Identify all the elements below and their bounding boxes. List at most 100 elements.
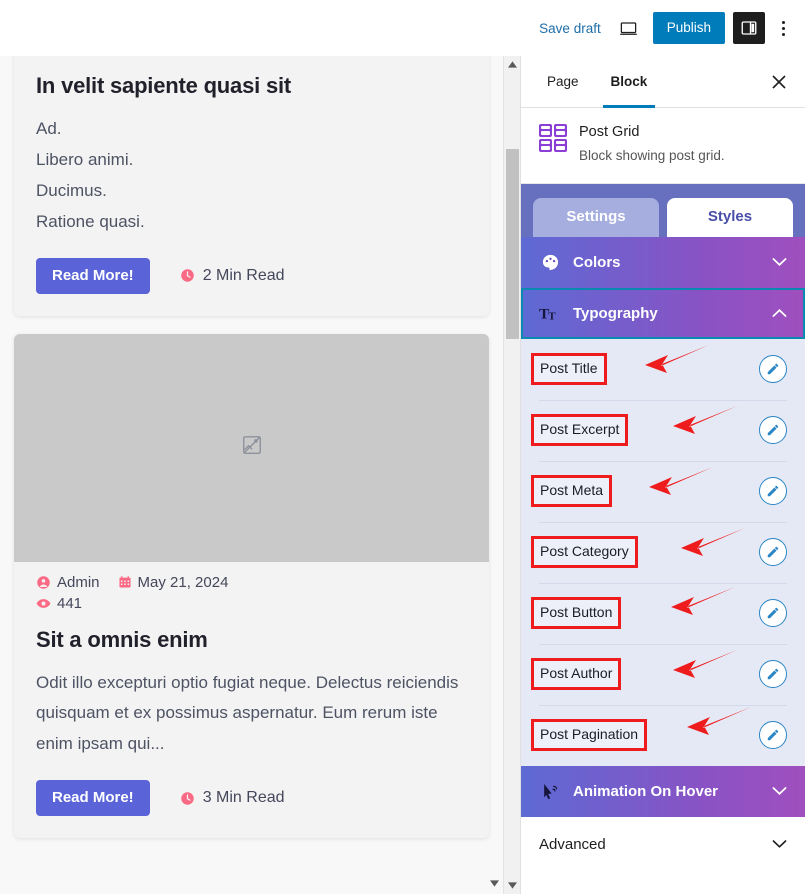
annotation-arrow	[687, 706, 751, 735]
typography-row-post-pagination[interactable]: Post Pagination	[521, 704, 805, 766]
pencil-icon[interactable]	[759, 599, 787, 628]
annotation-arrow	[673, 649, 737, 678]
post-views-count: 362	[57, 56, 82, 58]
post-author: Admin	[36, 574, 100, 591]
scroll-up-arrow-icon[interactable]	[504, 56, 521, 73]
post-grid-block[interactable]: Admin	[0, 56, 503, 856]
typography-row-post-author[interactable]: Post Author	[521, 643, 805, 705]
post-read-time-label: 2 Min Read	[202, 266, 285, 284]
calendar-icon	[118, 575, 132, 589]
post-excerpt-line: Odit illo excepturi optio fugiat neque. …	[36, 672, 459, 754]
accordion-colors-label: Colors	[573, 253, 621, 271]
annotation-arrow	[671, 586, 735, 615]
editor-canvas: Admin	[0, 56, 503, 894]
accordion-animation-on-hover[interactable]: Animation On Hover	[521, 765, 805, 817]
post-date: May 21, 2024	[118, 573, 229, 591]
tab-styles[interactable]: Styles	[667, 197, 793, 237]
post-card[interactable]: Admin	[14, 333, 489, 839]
post-views: 362	[36, 56, 467, 58]
eye-icon	[36, 56, 51, 57]
cursor-hover-icon	[539, 782, 561, 801]
save-draft-button[interactable]: Save draft	[529, 15, 611, 42]
post-date-label: May 21, 2024	[137, 573, 229, 591]
close-icon[interactable]	[763, 66, 795, 98]
pencil-icon[interactable]	[759, 721, 787, 750]
scroll-down-arrow-icon[interactable]	[504, 877, 521, 894]
settings-sidebar-toggle-button[interactable]	[733, 12, 765, 44]
typography-label: Post Category	[531, 536, 638, 568]
typography-label: Post Title	[531, 353, 607, 385]
post-excerpt-line: Libero animi.	[36, 149, 134, 169]
inspector-tabs: Page Block	[521, 56, 805, 108]
post-thumbnail	[14, 333, 489, 562]
typography-icon: T T	[539, 304, 561, 323]
typography-label: Post Author	[531, 658, 622, 690]
annotation-arrow	[649, 466, 713, 495]
chevron-down-icon	[772, 783, 787, 800]
post-read-time-label: 3 Min Read	[202, 789, 285, 807]
eye-icon	[36, 596, 51, 611]
chevron-up-icon	[772, 305, 787, 322]
typography-row-post-title[interactable]: Post Title	[521, 339, 805, 400]
canvas-vertical-scrollbar[interactable]	[503, 56, 520, 894]
chevron-down-icon	[772, 836, 787, 853]
post-views-count: 441	[57, 594, 83, 612]
block-description: Block showing post grid.	[579, 147, 725, 163]
read-more-button[interactable]: Read More!	[36, 780, 150, 817]
desktop-preview-icon[interactable]	[611, 10, 647, 46]
typography-label: Post Button	[531, 597, 622, 629]
block-name: Post Grid	[579, 124, 640, 140]
accordion-colors[interactable]: Colors	[521, 236, 805, 288]
accordion-typography[interactable]: T T Typography	[521, 287, 805, 339]
pencil-icon[interactable]	[759, 538, 787, 567]
typography-row-post-button[interactable]: Post Button	[521, 582, 805, 644]
scrollbar-thumb[interactable]	[506, 149, 519, 339]
post-excerpt-line: Ad.	[36, 118, 62, 138]
annotation-arrow	[645, 344, 709, 373]
broken-image-icon	[241, 434, 263, 461]
typography-row-post-category[interactable]: Post Category	[521, 521, 805, 583]
post-card-body: Admin	[14, 562, 489, 839]
palette-icon	[539, 253, 561, 272]
post-meta: Admin May 21, 2024	[36, 562, 467, 591]
more-options-icon[interactable]	[769, 10, 797, 46]
accordion-advanced-label: Advanced	[539, 836, 606, 854]
post-excerpt: Odit illo excepturi optio fugiat neque. …	[36, 668, 467, 761]
annotation-arrow	[681, 527, 745, 556]
app-root: Save draft Publish In velit sapiente qua…	[0, 0, 805, 894]
pencil-icon[interactable]	[759, 355, 787, 384]
editor-top-bar: Save draft Publish	[0, 0, 805, 56]
scroll-down-arrow-icon[interactable]	[485, 874, 503, 892]
post-card[interactable]: Admin	[14, 56, 489, 316]
post-views: 441	[36, 591, 467, 612]
read-more-button[interactable]: Read More!	[36, 257, 150, 294]
clock-icon	[180, 791, 195, 806]
pencil-icon[interactable]	[759, 477, 787, 506]
typography-label: Post Meta	[531, 475, 613, 507]
typography-label: Post Pagination	[531, 719, 648, 751]
accordion-advanced[interactable]: Advanced	[521, 816, 805, 873]
tab-block[interactable]: Block	[595, 56, 664, 108]
tab-page[interactable]: Page	[531, 56, 595, 107]
typography-row-post-meta[interactable]: Post Meta	[521, 460, 805, 522]
post-title[interactable]: In velit sapiente quasi sit	[36, 70, 467, 102]
post-card-body: Admin	[14, 56, 489, 316]
typography-label: Post Excerpt	[531, 414, 629, 446]
publish-button[interactable]: Publish	[652, 11, 725, 45]
post-title[interactable]: Sit a omnis enim	[36, 624, 467, 656]
typography-settings-list: Post Title Post Excerpt Post Meta Post C…	[521, 338, 805, 766]
pencil-icon[interactable]	[759, 660, 787, 689]
pencil-icon[interactable]	[759, 416, 787, 445]
post-grid-icon	[539, 124, 567, 152]
typography-row-post-excerpt[interactable]: Post Excerpt	[521, 399, 805, 461]
chevron-down-icon	[772, 254, 787, 271]
post-card-footer: Read More! 3 Min Read	[36, 780, 467, 817]
post-excerpt-line: Ducimus.	[36, 180, 107, 200]
post-card-footer: Read More! 2 Min Read	[36, 257, 467, 294]
settings-inspector-panel: Page Block Post Grid Block showing post …	[520, 56, 805, 894]
tab-settings[interactable]: Settings	[533, 197, 659, 237]
post-excerpt-line: Ratione quasi.	[36, 211, 145, 231]
post-author-label: Admin	[57, 573, 100, 591]
post-read-time: 3 Min Read	[180, 789, 285, 807]
accordion-typography-label: Typography	[573, 304, 658, 322]
